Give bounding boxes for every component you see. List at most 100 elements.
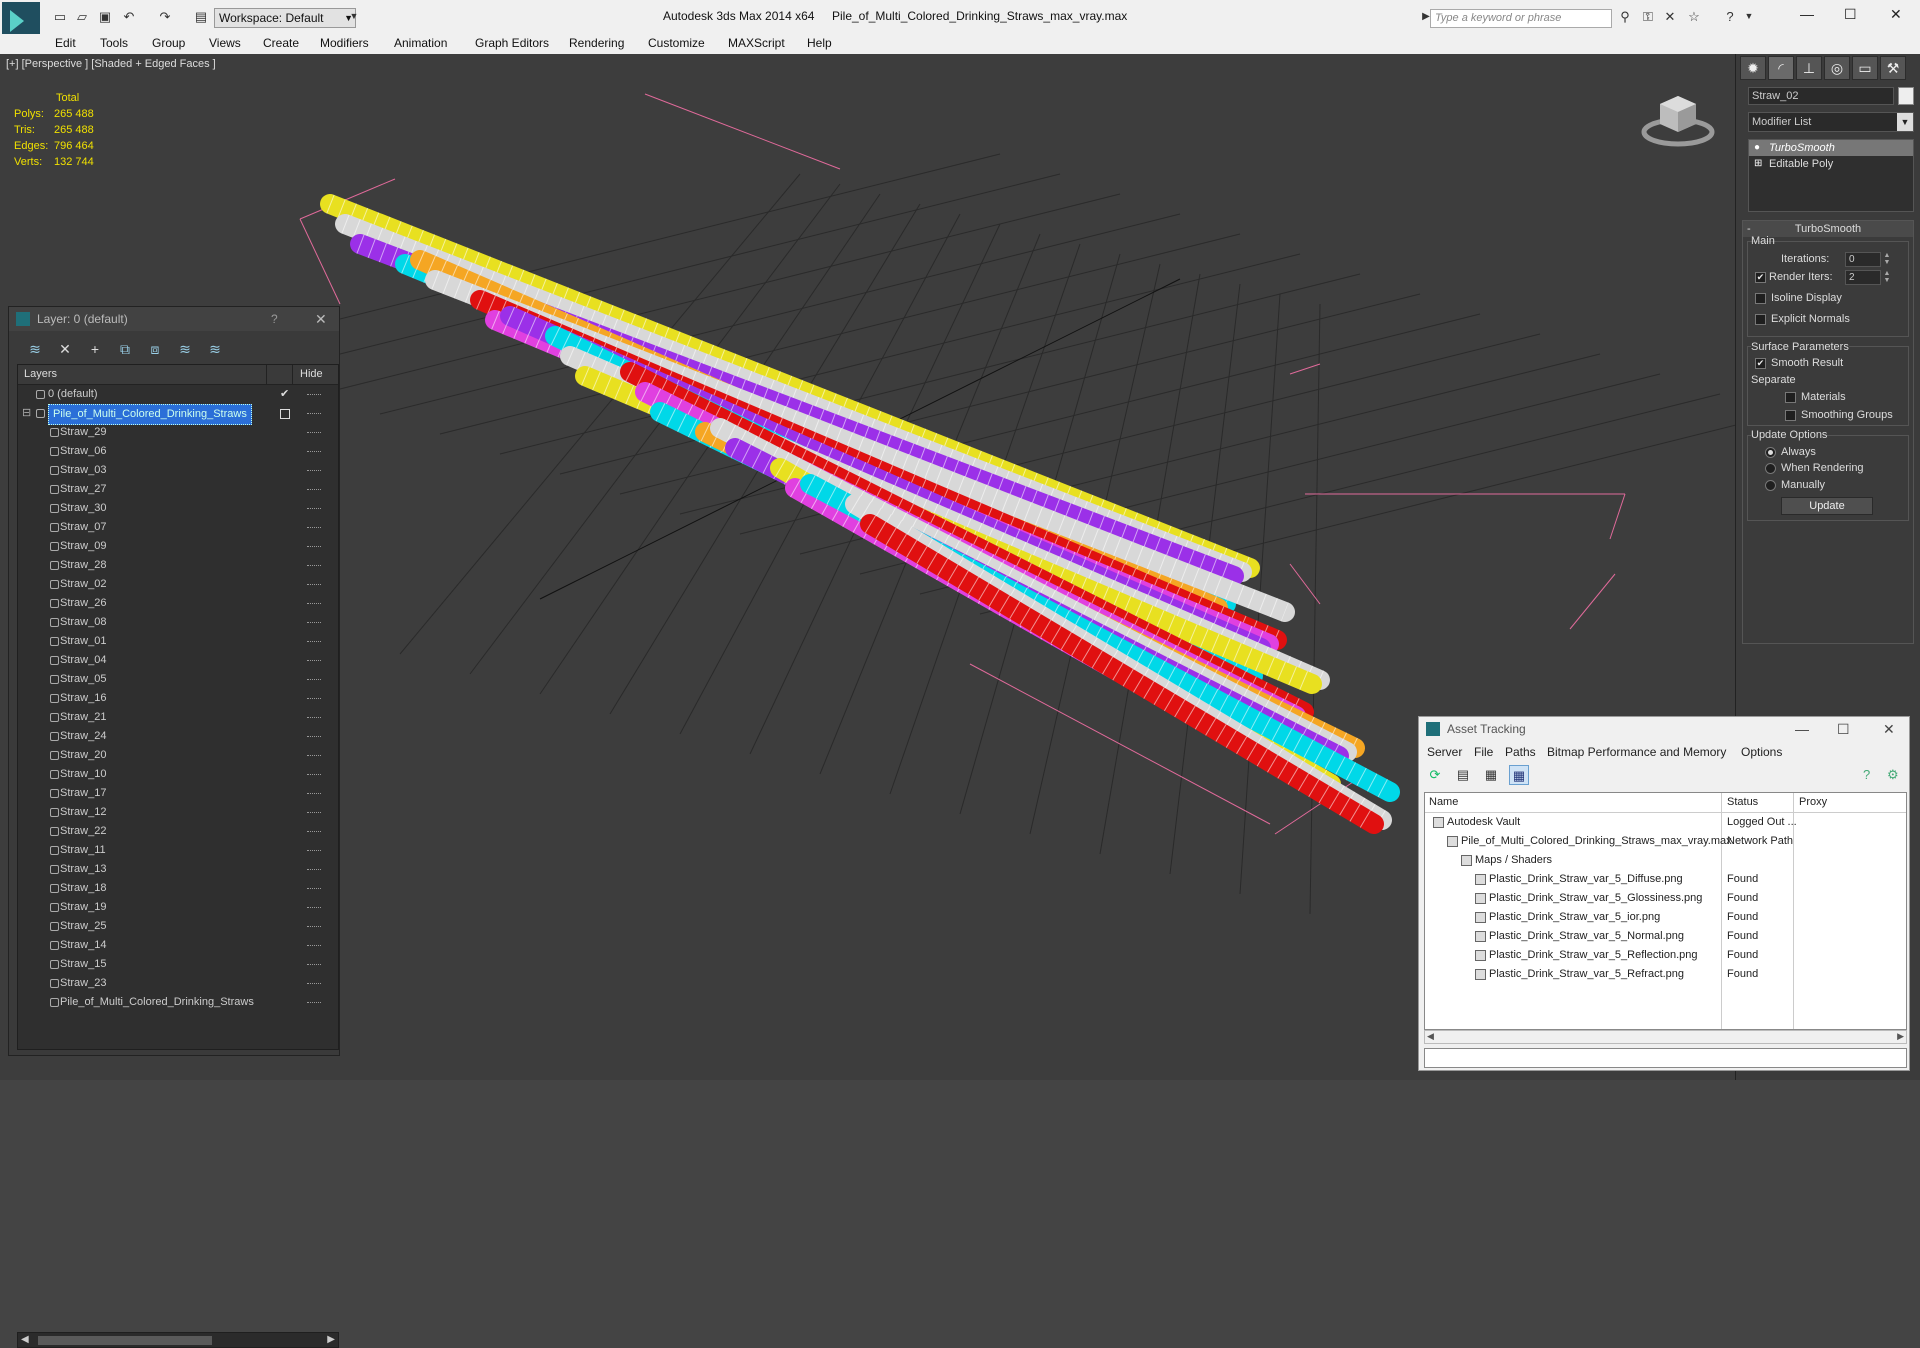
workspace-more-icon[interactable]: ▼ bbox=[346, 9, 362, 24]
open-file-icon[interactable]: ▱ bbox=[74, 9, 90, 24]
smoothing-groups-checkbox[interactable] bbox=[1785, 410, 1796, 421]
hide-toggle[interactable] bbox=[307, 831, 321, 832]
layer-object-row[interactable]: Straw_24 bbox=[18, 727, 338, 746]
scroll-left-icon[interactable]: ◀ bbox=[21, 1333, 29, 1347]
communication-center-icon[interactable]: ✕ bbox=[1662, 9, 1678, 24]
when-rendering-radio[interactable] bbox=[1765, 463, 1776, 474]
hide-toggle[interactable] bbox=[307, 660, 321, 661]
modifier-list-dropdown[interactable]: Modifier List ▼ bbox=[1748, 112, 1914, 132]
layer-object-row[interactable]: Straw_17 bbox=[18, 784, 338, 803]
workspace-dropdown[interactable]: Workspace: Default ▼ bbox=[214, 8, 356, 28]
hide-toggle[interactable] bbox=[307, 888, 321, 889]
hide-toggle[interactable] bbox=[307, 451, 321, 452]
scroll-thumb[interactable] bbox=[38, 1336, 212, 1345]
hide-toggle[interactable] bbox=[307, 793, 321, 794]
hide-toggle[interactable] bbox=[307, 1002, 321, 1003]
layer-object-row[interactable]: Straw_11 bbox=[18, 841, 338, 860]
manually-radio[interactable] bbox=[1765, 480, 1776, 491]
hide-toggle[interactable] bbox=[307, 812, 321, 813]
menu-rendering[interactable]: Rendering bbox=[569, 36, 624, 50]
help-dropdown-icon[interactable]: ▼ bbox=[1741, 9, 1757, 24]
scroll-left-icon[interactable]: ◀ bbox=[1427, 1031, 1434, 1042]
panel-header[interactable]: Asset Tracking — ☐ ✕ bbox=[1419, 717, 1909, 741]
menu-animation[interactable]: Animation bbox=[394, 36, 447, 50]
display-tab-icon[interactable]: ▭ bbox=[1852, 56, 1878, 80]
isoline-display-checkbox[interactable] bbox=[1755, 293, 1766, 304]
render-iters-checkbox[interactable]: ✔ bbox=[1755, 272, 1766, 283]
help-icon[interactable]: ? bbox=[271, 307, 278, 331]
menu-help[interactable]: Help bbox=[807, 36, 832, 50]
key-icon[interactable]: ⚿ bbox=[1640, 9, 1656, 24]
stack-item-editable-poly[interactable]: ⊞ Editable Poly bbox=[1749, 156, 1913, 172]
hide-toggle[interactable] bbox=[307, 869, 321, 870]
asset-row[interactable]: Autodesk Vault Logged Out ... bbox=[1425, 813, 1906, 832]
materials-checkbox[interactable] bbox=[1785, 392, 1796, 403]
menu-graph-editors[interactable]: Graph Editors bbox=[475, 36, 549, 50]
hide-toggle[interactable] bbox=[307, 717, 321, 718]
asset-row[interactable]: Plastic_Drink_Straw_var_5_ior.png Found bbox=[1425, 908, 1906, 927]
delete-icon[interactable]: ✕ bbox=[53, 339, 77, 359]
hide-toggle[interactable] bbox=[307, 698, 321, 699]
menu-edit[interactable]: Edit bbox=[55, 36, 76, 50]
hide-toggle[interactable] bbox=[307, 774, 321, 775]
column-hide[interactable]: Hide bbox=[300, 368, 323, 380]
hide-toggle[interactable] bbox=[307, 432, 321, 433]
project-folder-icon[interactable]: ▤ bbox=[193, 9, 209, 24]
asset-row[interactable]: Plastic_Drink_Straw_var_5_Diffuse.png Fou… bbox=[1425, 870, 1906, 889]
close-icon[interactable]: ✕ bbox=[315, 307, 327, 331]
hide-toggle[interactable] bbox=[307, 565, 321, 566]
menu-maxscript[interactable]: MAXScript bbox=[728, 36, 785, 50]
menu-paths[interactable]: Paths bbox=[1505, 745, 1536, 759]
render-iters-spinner[interactable]: 2 bbox=[1845, 270, 1881, 285]
help-icon[interactable]: ? bbox=[1863, 767, 1870, 782]
layer-object-row[interactable]: Straw_12 bbox=[18, 803, 338, 822]
asset-row[interactable]: Plastic_Drink_Straw_var_5_Normal.png Foun… bbox=[1425, 927, 1906, 946]
stack-item-turbosmooth[interactable]: ● TurboSmooth bbox=[1749, 140, 1913, 156]
layer-object-row[interactable]: Straw_29 bbox=[18, 423, 338, 442]
menu-views[interactable]: Views bbox=[209, 36, 241, 50]
expand-plus-icon[interactable]: ⊞ bbox=[1754, 158, 1764, 170]
utilities-tab-icon[interactable]: ⚒ bbox=[1880, 56, 1906, 80]
settings-icon[interactable]: ⚙ bbox=[1887, 767, 1899, 783]
list-view-icon[interactable]: ▤ bbox=[1453, 765, 1473, 785]
layer-object-row[interactable]: Straw_25 bbox=[18, 917, 338, 936]
save-file-icon[interactable]: ▣ bbox=[97, 9, 113, 24]
set-current-layer-icon[interactable]: ≋ bbox=[173, 339, 197, 359]
redo-icon[interactable]: ↷ bbox=[157, 9, 173, 24]
asset-row[interactable]: Pile_of_Multi_Colored_Drinking_Straws_ma… bbox=[1425, 832, 1906, 851]
layer-object-row[interactable]: Straw_05 bbox=[18, 670, 338, 689]
layer-object-row[interactable]: Straw_07 bbox=[18, 518, 338, 537]
refresh-icon[interactable]: ⟳ bbox=[1425, 765, 1445, 785]
menu-create[interactable]: Create bbox=[263, 36, 299, 50]
layer-object-row[interactable]: Straw_16 bbox=[18, 689, 338, 708]
horizontal-scrollbar[interactable]: ◀ ▶ bbox=[17, 1332, 339, 1348]
object-color-swatch[interactable] bbox=[1898, 87, 1914, 105]
asset-row[interactable]: Maps / Shaders bbox=[1425, 851, 1906, 870]
menu-file[interactable]: File bbox=[1474, 745, 1493, 759]
iterations-spinner[interactable]: 0 bbox=[1845, 252, 1881, 267]
maximize-icon[interactable]: ☐ bbox=[1844, 6, 1857, 23]
maximize-icon[interactable]: ☐ bbox=[1837, 717, 1850, 741]
table-view-icon[interactable]: ▦ bbox=[1509, 765, 1529, 785]
layer-object-row[interactable]: Straw_23 bbox=[18, 974, 338, 993]
undo-icon[interactable]: ↶ bbox=[121, 9, 137, 24]
panel-header[interactable]: Layer: 0 (default) ? ✕ bbox=[9, 307, 339, 331]
active-layer-check-icon[interactable]: ✔ bbox=[280, 385, 289, 404]
viewcube-icon[interactable] bbox=[1640, 84, 1716, 150]
search-input[interactable]: Type a keyword or phrase bbox=[1430, 9, 1612, 28]
current-layer-box-icon[interactable] bbox=[280, 409, 290, 419]
hide-toggle[interactable] bbox=[307, 508, 321, 509]
hide-toggle[interactable] bbox=[307, 964, 321, 965]
layer-object-row[interactable]: Straw_28 bbox=[18, 556, 338, 575]
layer-object-row[interactable]: Straw_22 bbox=[18, 822, 338, 841]
close-icon[interactable]: ✕ bbox=[1883, 717, 1895, 741]
asset-row[interactable]: Plastic_Drink_Straw_var_5_Glossiness.png… bbox=[1425, 889, 1906, 908]
horizontal-scrollbar[interactable]: ◀ ▶ bbox=[1424, 1030, 1907, 1044]
layer-row-default[interactable]: 0 (default) ✔ bbox=[18, 385, 338, 404]
layer-object-row[interactable]: Straw_02 bbox=[18, 575, 338, 594]
hide-toggle[interactable] bbox=[307, 679, 321, 680]
column-layers[interactable]: Layers bbox=[24, 368, 57, 380]
minimize-icon[interactable]: — bbox=[1795, 717, 1809, 741]
layer-object-row[interactable]: Straw_27 bbox=[18, 480, 338, 499]
menu-server[interactable]: Server bbox=[1427, 745, 1462, 759]
